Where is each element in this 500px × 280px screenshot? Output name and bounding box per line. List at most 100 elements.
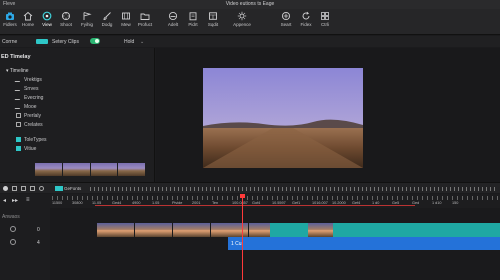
blue-clip-label: 1 Cu xyxy=(231,241,242,247)
timecode: Ged xyxy=(412,201,420,205)
view-icon xyxy=(42,11,52,21)
color-swatch-icon xyxy=(16,146,21,151)
audio-track-icon[interactable] xyxy=(10,239,16,245)
toolbar-ctrli-button[interactable]: Ctrli xyxy=(315,11,335,33)
generic-label: GeFonts xyxy=(64,186,82,191)
tree-item[interactable]: ToleTypes xyxy=(16,137,47,143)
toolbar-appence-button[interactable]: Appence xyxy=(232,11,252,33)
toolbar-shoot-button[interactable]: Shoot xyxy=(56,11,76,33)
tree-item-label: Vitiue xyxy=(24,146,37,152)
tree-parent-label: Timeline xyxy=(9,68,29,74)
in-out-range xyxy=(95,205,415,206)
teal-clip[interactable] xyxy=(270,223,500,237)
track-color-chip[interactable] xyxy=(55,186,63,191)
clipboard-icon xyxy=(189,12,197,21)
thumbnail-filmstrip[interactable] xyxy=(35,163,145,176)
clip-frame xyxy=(97,223,134,237)
settings-icon[interactable] xyxy=(39,186,44,191)
anchor-label: Anwaos xyxy=(2,214,20,220)
film-icon xyxy=(122,12,130,20)
list-icon[interactable]: ≡ xyxy=(26,197,30,203)
thumbnail xyxy=(35,163,62,176)
toolbar-mew-button[interactable]: Mew xyxy=(116,11,136,33)
tree-item[interactable]: Vitiue xyxy=(16,146,36,152)
toolbar-label: Profuct xyxy=(137,22,153,27)
mic-icon[interactable] xyxy=(12,186,17,191)
folder-icon xyxy=(140,13,150,20)
toolbar-label: Sqdit xyxy=(207,22,219,27)
toolbar-label: Pidrt xyxy=(188,22,198,27)
brush-icon xyxy=(103,12,111,20)
blue-clip[interactable]: 1 Cu xyxy=(228,237,500,250)
display-icon[interactable] xyxy=(30,186,35,191)
title-bar: Fleve Video eutions ts Eage xyxy=(0,0,500,9)
layout-icon xyxy=(209,12,217,20)
gauge-icon xyxy=(168,11,178,21)
timeline-tracks[interactable]: 1 Cu xyxy=(50,208,500,280)
panel-title: ED Timelay xyxy=(1,54,31,60)
track-headers: Anwaos 0 4 xyxy=(0,208,50,280)
toolbar-label: Adelt xyxy=(167,22,179,27)
tree-item[interactable]: Vrektigs xyxy=(14,77,42,83)
tree-item-label: Vrektigs xyxy=(24,77,42,83)
clip-frame xyxy=(135,223,172,237)
toolbar-label: View xyxy=(42,22,52,27)
snapshot-icon[interactable] xyxy=(21,186,26,191)
toolbar-fidex-button[interactable]: Fidex xyxy=(296,11,316,33)
tree-item[interactable]: Prerlaly xyxy=(16,113,41,119)
timeline-header: GeFonts xyxy=(0,182,500,193)
corrne-label: Corrne xyxy=(2,39,18,45)
toolbar-label: Shoot xyxy=(60,22,72,27)
tree-item[interactable]: Mooe xyxy=(14,104,37,110)
toolbar-fidlers-button[interactable]: Fidlers xyxy=(0,11,20,33)
toolbar-label: Fyihig xyxy=(80,22,93,27)
toolbar-adelt-button[interactable]: Adelt xyxy=(163,11,183,33)
tree-item-label: ToleTypes xyxy=(24,137,47,143)
window-title: Video eutions ts Eage xyxy=(225,1,275,7)
tree-item-label: Prerlaly xyxy=(24,113,41,119)
clips-toggle[interactable] xyxy=(90,38,100,44)
tree-item[interactable]: Crelates xyxy=(16,122,43,128)
playhead[interactable] xyxy=(240,194,245,280)
clip-frame xyxy=(308,223,333,237)
toolbar-pidrt-button[interactable]: Pidrt xyxy=(183,11,203,33)
setery-clips-label: Setery Clips xyxy=(52,39,79,45)
toolbar-label: Appence xyxy=(233,22,251,27)
preview-frame-image xyxy=(203,68,363,168)
tree-item[interactable]: Srrves xyxy=(14,86,38,92)
toolbar-view-button[interactable]: View xyxy=(37,11,57,33)
box-icon xyxy=(16,113,21,118)
track-number: 4 xyxy=(37,240,40,246)
toolbar-label: Mew xyxy=(121,22,131,27)
toolbar-label: Home xyxy=(21,22,34,27)
toolbar-dodg-button[interactable]: Dodg xyxy=(97,11,117,33)
tree-item[interactable]: Evecring xyxy=(14,95,43,101)
hold-dropdown[interactable]: Hold xyxy=(124,39,134,45)
toolbar-profuct-button[interactable]: Profuct xyxy=(135,11,155,33)
skip-forward-icon[interactable]: ▸▸ xyxy=(12,197,18,204)
left-panel: ED Timelay ▾ Timeline Vrektigs Srrves Ev… xyxy=(0,48,155,182)
control-row: Corrne Setery Clips Hold ⌄ xyxy=(0,36,500,47)
toolbar-sqdit-button[interactable]: Sqdit xyxy=(203,11,223,33)
timecode: 11500 xyxy=(52,201,63,205)
pencil-icon xyxy=(14,77,23,82)
toolbar-label: Fidlers xyxy=(3,22,17,27)
toolbar-label: Seart xyxy=(280,22,292,27)
record-icon[interactable] xyxy=(3,186,8,191)
video-preview[interactable] xyxy=(156,48,500,182)
refresh-icon xyxy=(302,11,310,20)
timecode: 1 d10 xyxy=(432,201,442,205)
toolbar-home-button[interactable]: Home xyxy=(18,11,38,33)
tree-parent-timeline[interactable]: ▾ Timeline xyxy=(6,68,29,74)
thumbnail xyxy=(62,163,90,176)
chevron-down-icon[interactable]: ⌄ xyxy=(140,39,144,45)
toolbar-fyihig-button[interactable]: Fyihig xyxy=(77,11,97,33)
toolbar-seart-button[interactable]: Seart xyxy=(276,11,296,33)
video-track-icon[interactable] xyxy=(10,226,16,232)
rewind-icon[interactable]: ◂ xyxy=(3,197,6,204)
toolbar-label: Fidex xyxy=(300,22,312,27)
thumbnail xyxy=(90,163,118,176)
color-chip[interactable] xyxy=(36,39,48,44)
video-clip-thumbnails[interactable] xyxy=(97,223,286,237)
box-icon xyxy=(16,122,21,127)
